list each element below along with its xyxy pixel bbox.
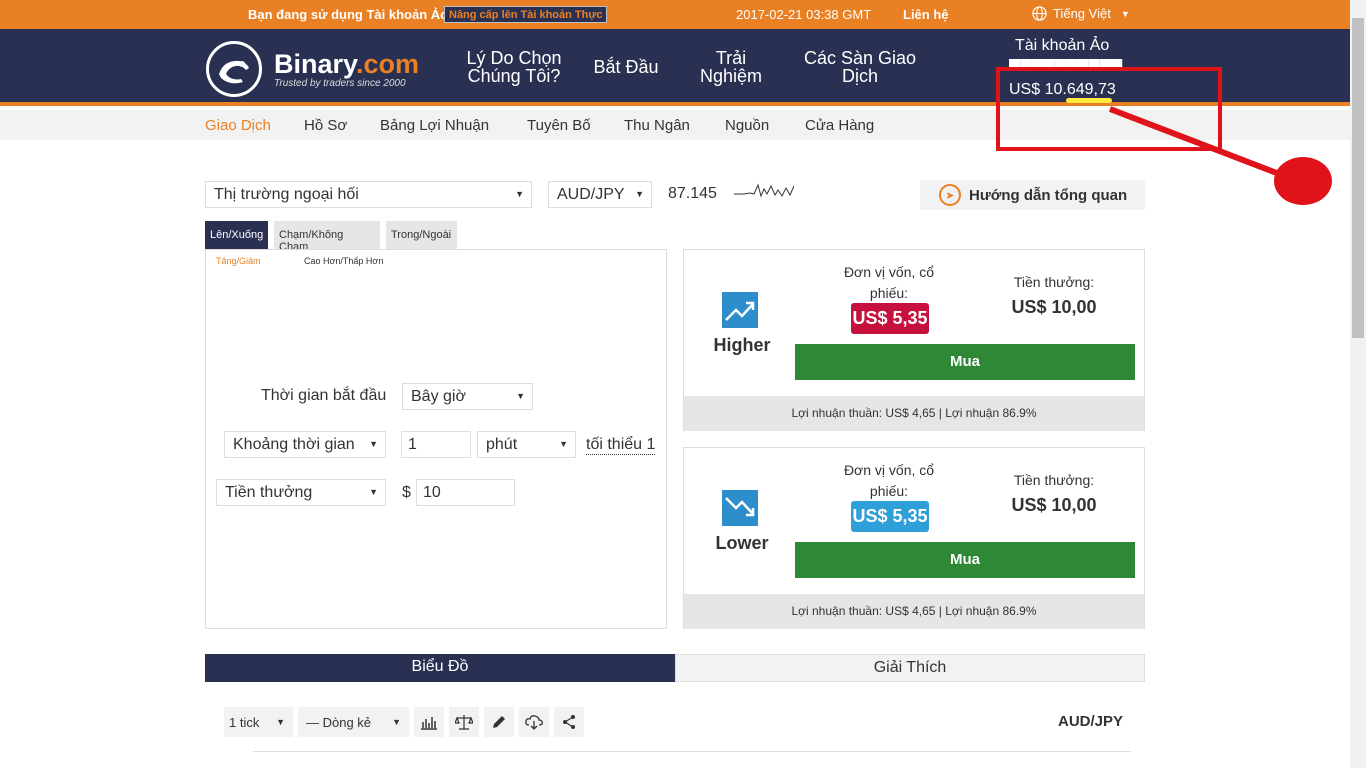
contract-price: US$ 5,35 — [851, 303, 929, 334]
subnav-cashier[interactable]: Thu Ngân — [624, 117, 690, 134]
language-selector[interactable]: Tiếng Việt ▼ — [1032, 6, 1130, 21]
scrollbar-thumb[interactable] — [1352, 18, 1364, 338]
trend-down-icon — [722, 490, 758, 526]
contract-higher: Higher Đơn vị vốn, cổ phiếu: US$ 5,35 Ti… — [683, 249, 1145, 431]
dropdown-arrow-icon: ▼ — [392, 717, 401, 727]
bull-logo-icon — [206, 41, 262, 97]
chart-divider — [253, 751, 1131, 752]
currency-symbol: $ — [402, 484, 411, 501]
market-select[interactable]: Thị trường ngoại hối ▼ — [205, 181, 532, 208]
contract-price: US$ 5,35 — [851, 501, 929, 532]
subnav-profile[interactable]: Hồ Sơ — [304, 117, 347, 134]
trend-up-icon — [722, 292, 758, 328]
tour-guide-button[interactable]: ➤ Hướng dẫn tổng quan — [920, 180, 1145, 210]
dropdown-arrow-icon: ▼ — [559, 439, 568, 449]
amount-type-select[interactable]: Tiền thưởng ▼ — [216, 479, 386, 506]
tab-touch-no-touch[interactable]: Chạm/Không Chạm — [274, 221, 380, 253]
language-label: Tiếng Việt — [1053, 6, 1111, 21]
tab-explanation[interactable]: Giải Thích — [675, 654, 1145, 682]
symbol-select[interactable]: AUD/JPY ▼ — [548, 181, 652, 208]
tab-chart[interactable]: Biểu Đồ — [205, 654, 675, 682]
navigation-arrow-icon: ➤ — [939, 184, 961, 206]
contract-name: Higher — [713, 335, 771, 355]
buy-lower-button[interactable]: Mua — [795, 542, 1135, 578]
dropdown-arrow-icon: ▼ — [516, 391, 525, 401]
duration-unit-select[interactable]: phút ▼ — [477, 431, 576, 458]
indicators-icon[interactable] — [414, 707, 444, 737]
nav-experience[interactable]: Trải Nghiệm — [694, 49, 768, 85]
buy-higher-button[interactable]: Mua — [795, 344, 1135, 380]
duration-minimum: tối thiểu 1 — [586, 436, 656, 455]
server-clock: 2017-02-21 03:38 GMT — [736, 7, 872, 22]
annotation-dot — [1274, 157, 1332, 205]
virtual-account-message: Bạn đang sử dụng Tài khoản Ảo. — [248, 7, 452, 22]
contact-link[interactable]: Liên hệ — [903, 7, 949, 22]
start-time-label: Thời gian bắt đầu — [261, 387, 387, 404]
stake-label: Đơn vị vốn, cổ phiếu: — [843, 264, 935, 301]
subnav-shop[interactable]: Cửa Hàng — [805, 117, 874, 134]
payout-value: US$ 10,00 — [1011, 495, 1097, 515]
download-cloud-icon[interactable] — [519, 707, 549, 737]
brand-name: Binary.com — [274, 48, 420, 79]
dropdown-arrow-icon: ▼ — [635, 189, 644, 199]
payout-value: US$ 10,00 — [1011, 297, 1097, 317]
start-time-select[interactable]: Bây giờ ▼ — [402, 383, 533, 410]
compare-scale-icon[interactable] — [449, 707, 479, 737]
globe-icon — [1032, 6, 1047, 21]
trade-form: Tăng/Giảm Cao Hơn/Thấp Hơn Thời gian bắt… — [205, 249, 667, 629]
contract-name: Lower — [715, 533, 769, 553]
logo[interactable]: Binary.com Trusted by traders since 2000 — [206, 41, 419, 97]
subnav-resources[interactable]: Nguồn — [725, 117, 769, 134]
brand-tagline: Trusted by traders since 2000 — [274, 77, 406, 89]
chart-symbol: AUD/JPY — [1058, 713, 1124, 730]
tab-in-out[interactable]: Trong/Ngoài — [386, 221, 457, 249]
account-title: Tài khoản Ảo — [1015, 37, 1110, 54]
page-scrollbar[interactable] — [1350, 0, 1366, 768]
contract-lower: Lower Đơn vị vốn, cổ phiếu: US$ 5,35 Tiề… — [683, 447, 1145, 629]
net-profit: Lợi nhuận thuần: US$ 4,65 | Lợi nhuận 86… — [684, 594, 1144, 629]
duration-type-select[interactable]: Khoảng thời gian ▼ — [224, 431, 386, 458]
subnav-trade[interactable]: Giao Dịch — [205, 117, 271, 134]
nav-why-us[interactable]: Lý Do Chọn Chúng Tôi? — [462, 49, 566, 85]
tab-up-down[interactable]: Lên/Xuống — [205, 221, 268, 249]
draw-pencil-icon[interactable] — [484, 707, 514, 737]
top-bar: Bạn đang sử dụng Tài khoản Ảo. Nâng cấp … — [0, 0, 1350, 29]
net-profit: Lợi nhuận thuần: US$ 4,65 | Lợi nhuận 86… — [684, 396, 1144, 431]
dropdown-arrow-icon: ▼ — [276, 717, 285, 727]
subnav-portfolio[interactable]: Bảng Lợi Nhuận — [380, 117, 489, 134]
chart-type-select[interactable]: — Dòng kẻ ▼ — [298, 707, 409, 737]
chevron-down-icon: ▼ — [1120, 8, 1130, 19]
amount-input[interactable]: 10 — [416, 479, 515, 506]
payout-label: Tiền thưởng: — [1013, 274, 1095, 290]
spot-price: 87.145 — [668, 185, 717, 202]
subnav-statement[interactable]: Tuyên Bố — [527, 117, 591, 134]
spot-sparkline — [734, 183, 794, 198]
nav-get-started[interactable]: Bắt Đầu — [588, 58, 664, 76]
interval-select[interactable]: 1 tick ▼ — [224, 707, 293, 737]
duration-input[interactable]: 1 — [401, 431, 471, 458]
dropdown-arrow-icon: ▼ — [369, 487, 378, 497]
dropdown-arrow-icon: ▼ — [515, 189, 524, 199]
dropdown-arrow-icon: ▼ — [369, 439, 378, 449]
nav-exchanges[interactable]: Các Sàn Giao Dịch — [800, 49, 920, 85]
share-icon[interactable] — [554, 707, 584, 737]
subtab-rise-fall[interactable]: Tăng/Giảm — [216, 256, 261, 266]
subtab-higher-lower[interactable]: Cao Hơn/Thấp Hơn — [304, 256, 383, 266]
upgrade-button[interactable]: Nâng cấp lên Tài khoản Thực — [444, 6, 608, 23]
stake-label: Đơn vị vốn, cổ phiếu: — [843, 462, 935, 499]
payout-label: Tiền thưởng: — [1013, 472, 1095, 488]
